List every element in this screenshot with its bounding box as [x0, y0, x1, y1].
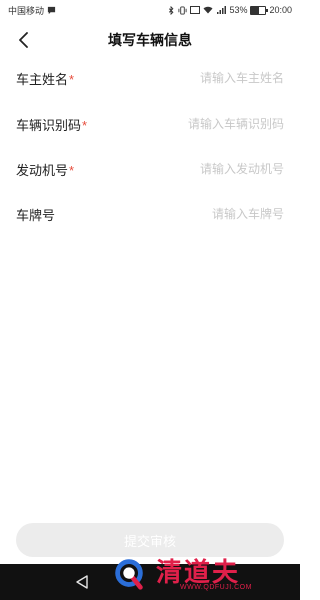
page-title: 填写车辆信息	[108, 32, 192, 48]
status-right: 53% 20:00	[168, 5, 292, 15]
required-mark: *	[69, 162, 75, 178]
plate-number-label: 车牌号	[16, 205, 56, 224]
plate-number-label-text: 车牌号	[16, 207, 56, 223]
watermark-url: WWW.QDFUJI.COM	[180, 584, 252, 591]
owner-name-label: 车主姓名*	[16, 69, 74, 88]
volte-icon	[190, 6, 201, 14]
system-back-icon[interactable]	[74, 574, 90, 590]
watermark: 清道夫 WWW.QDFUJI.COM	[98, 548, 300, 600]
wifi-icon	[203, 6, 213, 14]
owner-name-input[interactable]	[124, 71, 284, 85]
battery-icon	[250, 5, 269, 15]
required-mark: *	[82, 117, 88, 133]
bluetooth-icon	[168, 5, 175, 15]
battery-fill	[251, 6, 259, 14]
status-left: 中国移动	[8, 4, 56, 17]
engine-number-input[interactable]	[124, 162, 284, 176]
vin-label-text: 车辆识别码	[16, 117, 82, 133]
engine-number-label-text: 发动机号	[16, 162, 69, 178]
status-bar: 中国移动 53% 20:00	[0, 0, 300, 20]
form-row-owner-name: 车主姓名*	[16, 56, 284, 100]
back-button[interactable]	[12, 28, 36, 52]
owner-name-label-text: 车主姓名	[16, 71, 69, 87]
vin-input[interactable]	[124, 117, 284, 131]
watermark-logo-icon	[115, 559, 143, 590]
nav-bar: 填写车辆信息	[0, 24, 300, 56]
form-row-plate-number: 车牌号	[16, 192, 284, 236]
carrier-name: 中国移动	[8, 5, 45, 16]
form-row-vin: 车辆识别码*	[16, 102, 284, 146]
status-time: 20:00	[269, 5, 292, 15]
plate-number-input[interactable]	[124, 207, 284, 221]
signal-icon	[216, 6, 227, 14]
form-row-engine-number: 发动机号*	[16, 147, 284, 191]
required-mark: *	[69, 71, 75, 87]
vibrate-icon	[178, 5, 188, 15]
battery-percent: 53%	[229, 5, 248, 15]
message-icon	[47, 6, 56, 15]
chevron-left-icon	[19, 32, 28, 48]
engine-number-label: 发动机号*	[16, 160, 74, 179]
vin-label: 车辆识别码*	[16, 115, 87, 134]
